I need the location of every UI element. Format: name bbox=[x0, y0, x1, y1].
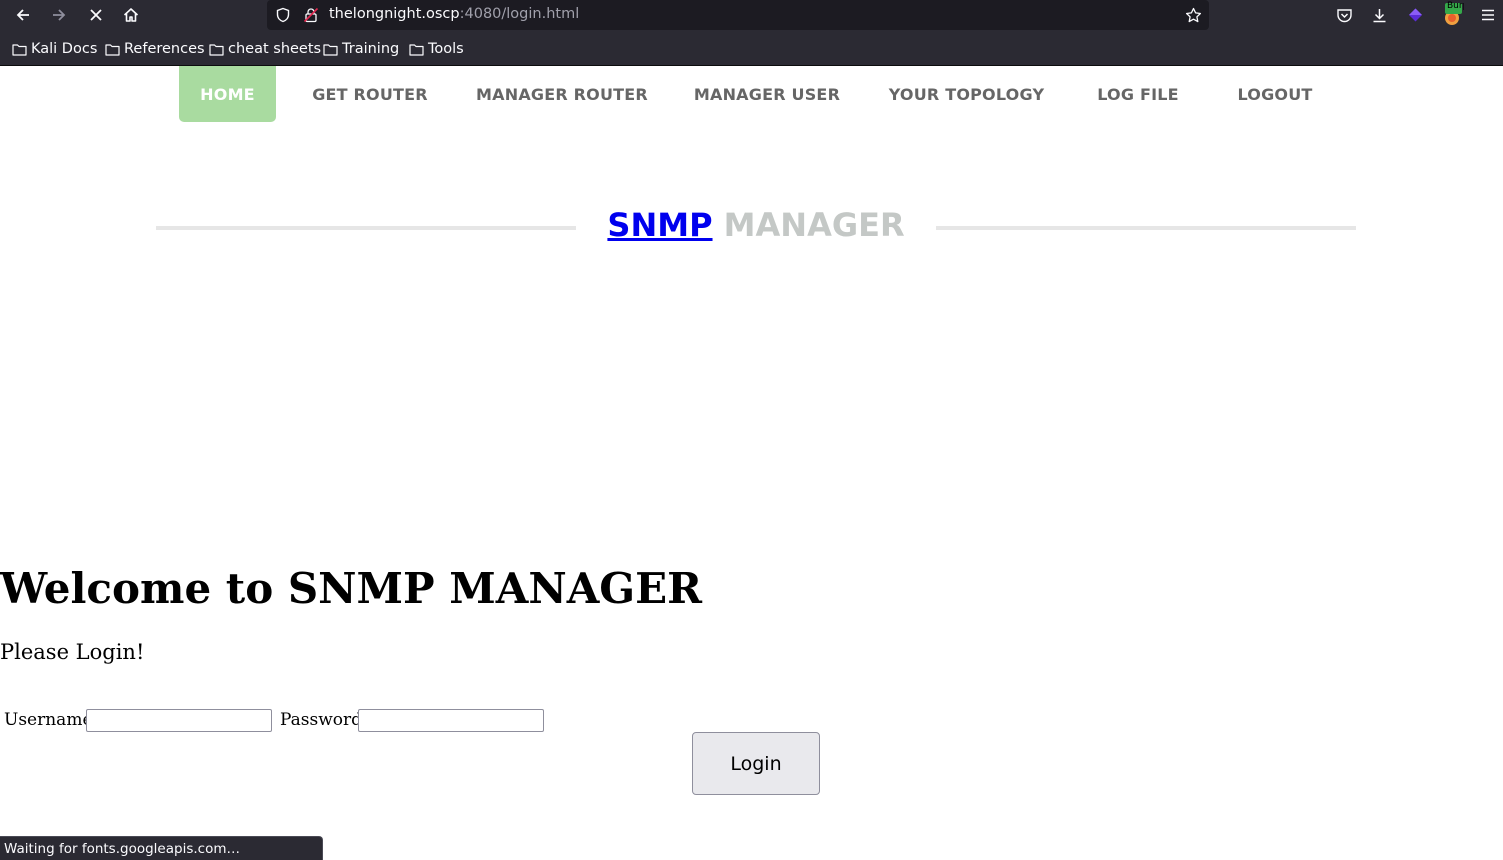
menu-home[interactable]: HOME bbox=[179, 66, 276, 122]
status-bar: Waiting for fonts.googleapis.com… bbox=[0, 836, 323, 860]
forward-button[interactable] bbox=[46, 3, 72, 27]
username-label: Username bbox=[4, 710, 93, 730]
url-path: :4080/login.html bbox=[459, 6, 580, 22]
bookmark-tools[interactable]: Tools bbox=[409, 40, 464, 58]
bookmarks-toolbar: Kali Docs References cheat sheets Traini… bbox=[0, 31, 1503, 66]
home-icon bbox=[123, 8, 139, 22]
menu-log-file[interactable]: LOG FILE bbox=[1085, 66, 1191, 122]
menu-manager-router[interactable]: MANAGER ROUTER bbox=[466, 66, 658, 122]
arrow-right-icon bbox=[53, 9, 66, 21]
shield-icon[interactable] bbox=[273, 5, 293, 25]
logo-manager-text: MANAGER bbox=[723, 206, 905, 244]
url-host: thelongnight.oscp bbox=[329, 6, 460, 22]
browser-toolbar: thelongnight.oscp:4080/login.html Burp bbox=[0, 0, 1503, 31]
bookmark-star-icon[interactable] bbox=[1183, 5, 1203, 25]
password-label: Password bbox=[280, 710, 363, 730]
menu-manager-user[interactable]: MANAGER USER bbox=[686, 66, 848, 122]
download-icon[interactable] bbox=[1367, 3, 1391, 27]
stop-loading-button[interactable] bbox=[83, 3, 109, 27]
bookmark-kali-docs[interactable]: Kali Docs bbox=[12, 40, 97, 58]
bookmark-references[interactable]: References bbox=[105, 40, 205, 58]
arrow-left-icon bbox=[16, 9, 29, 21]
pocket-icon[interactable] bbox=[1332, 3, 1356, 27]
burp-extension-icon[interactable]: Burp bbox=[1440, 1, 1464, 27]
logo-link[interactable]: SNMP bbox=[607, 206, 712, 244]
folder-icon bbox=[12, 43, 27, 56]
folder-icon bbox=[209, 43, 224, 56]
close-icon bbox=[90, 9, 102, 21]
bookmark-training[interactable]: Training bbox=[323, 40, 399, 58]
bookmark-label: Tools bbox=[428, 41, 464, 57]
folder-icon bbox=[323, 43, 338, 56]
username-field[interactable] bbox=[86, 709, 272, 732]
page-content: HOME GET ROUTER MANAGER ROUTER MANAGER U… bbox=[0, 66, 1503, 860]
folder-icon bbox=[105, 43, 120, 56]
hamburger-menu-icon[interactable] bbox=[1476, 3, 1500, 27]
menu-get-router[interactable]: GET ROUTER bbox=[300, 66, 440, 122]
bookmark-label: Training bbox=[342, 41, 400, 57]
lock-insecure-icon[interactable] bbox=[301, 5, 321, 25]
menu-your-topology[interactable]: YOUR TOPOLOGY bbox=[876, 66, 1057, 122]
logo-divider-right bbox=[936, 226, 1356, 230]
burp-badge-label: Burp bbox=[1447, 1, 1464, 11]
bookmark-label: cheat sheets bbox=[228, 41, 322, 57]
page-title: Welcome to SNMP MANAGER bbox=[0, 564, 703, 613]
folder-icon bbox=[409, 43, 424, 56]
menu-logout[interactable]: LOGOUT bbox=[1221, 66, 1329, 122]
bookmark-label: Kali Docs bbox=[31, 41, 98, 57]
home-button[interactable] bbox=[118, 3, 144, 27]
back-button[interactable] bbox=[10, 3, 36, 27]
login-prompt: Please Login! bbox=[0, 640, 145, 664]
logo-divider-left bbox=[156, 226, 576, 230]
site-logo: SNMP MANAGER bbox=[576, 206, 936, 250]
address-bar[interactable]: thelongnight.oscp:4080/login.html bbox=[267, 0, 1209, 30]
password-field[interactable] bbox=[358, 709, 544, 732]
bookmark-cheat-sheets[interactable]: cheat sheets bbox=[209, 40, 321, 58]
login-button[interactable]: Login bbox=[692, 732, 820, 795]
extension-cube-icon[interactable] bbox=[1403, 3, 1427, 27]
bookmark-label: References bbox=[124, 41, 205, 57]
url-text: thelongnight.oscp:4080/login.html bbox=[329, 6, 579, 22]
